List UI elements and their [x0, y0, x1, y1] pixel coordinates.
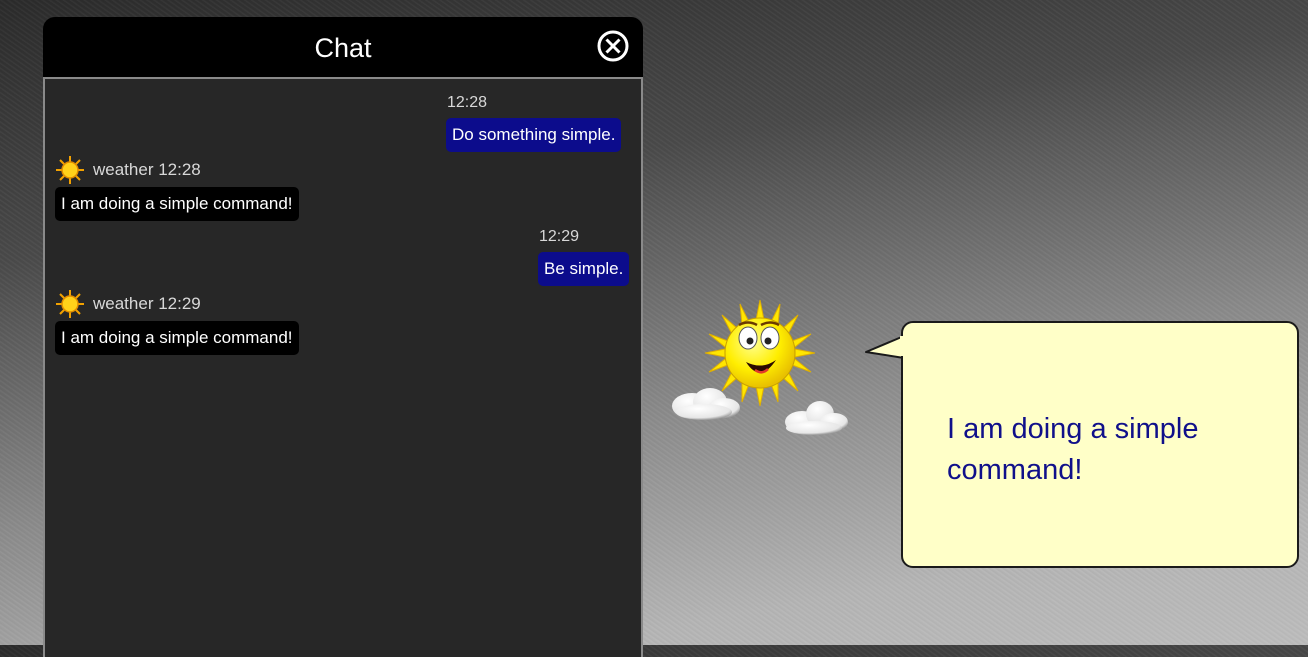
user-message-bubble: Do something simple.: [446, 118, 622, 152]
chat-window: Chat 12:28 Do something simple. weather …: [43, 17, 643, 657]
speech-balloon-text: I am doing a simple command!: [947, 413, 1199, 486]
sun-icon: [56, 156, 84, 184]
user-message-bubble: Be simple.: [538, 252, 630, 286]
message-timestamp: 12:29: [539, 228, 580, 245]
bot-message-meta: weather 12:29: [93, 294, 201, 313]
close-icon[interactable]: [596, 29, 630, 63]
speech-balloon: I am doing a simple command!: [901, 321, 1299, 568]
bot-message-header: weather 12:28: [55, 155, 201, 185]
bot-message-header: weather 12:29: [55, 289, 201, 319]
speech-balloon-tail-joint: [900, 336, 906, 356]
sun-icon: [56, 290, 84, 318]
message-list[interactable]: 12:28 Do something simple. weather 12:28…: [43, 77, 643, 657]
bot-message-meta: weather 12:28: [93, 160, 201, 179]
chat-header: Chat: [43, 17, 643, 77]
chat-title: Chat: [314, 33, 372, 63]
bot-message-bubble: I am doing a simple command!: [55, 321, 299, 355]
bot-message-bubble: I am doing a simple command!: [55, 187, 299, 221]
sun-character-icon[interactable]: [662, 298, 857, 448]
message-timestamp: 12:28: [447, 94, 488, 111]
